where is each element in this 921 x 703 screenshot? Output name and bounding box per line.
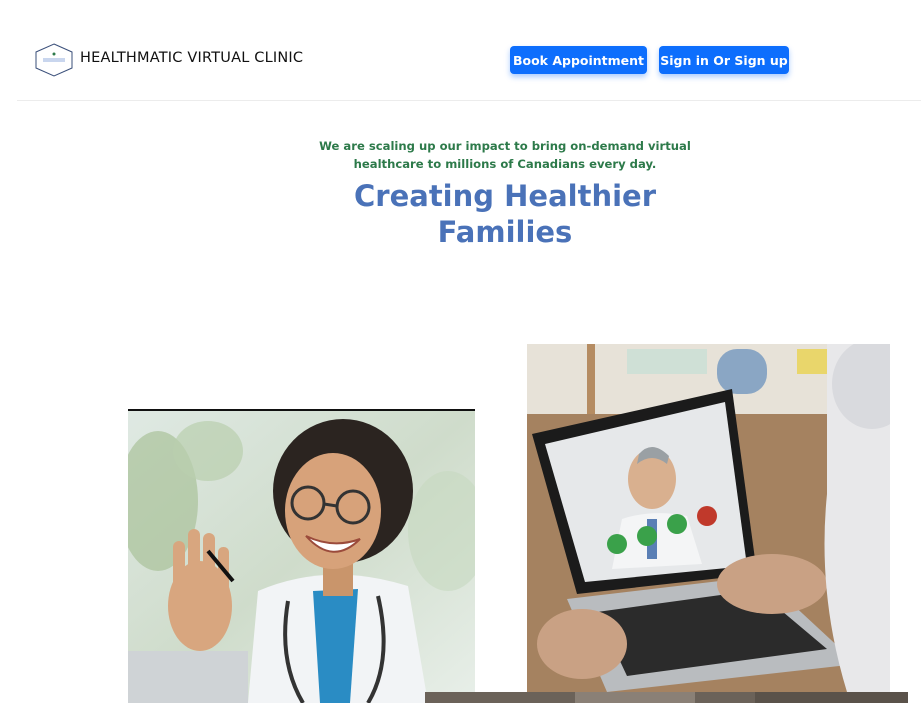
- partial-photo: [425, 692, 908, 703]
- doctor-waving-photo: [128, 409, 475, 703]
- hero-tagline: We are scaling up our impact to bring on…: [319, 139, 691, 171]
- sign-in-button[interactable]: Sign in Or Sign up: [659, 46, 789, 74]
- brand-name[interactable]: HEALTHMATIC VIRTUAL CLINIC: [80, 50, 303, 66]
- logo-hexagon-icon: [35, 43, 73, 77]
- book-appointment-button[interactable]: Book Appointment: [510, 46, 647, 74]
- hero-headline: Creating Healthier Families: [354, 179, 656, 249]
- header-divider: [17, 100, 921, 101]
- site-header: HEALTHMATIC VIRTUAL CLINIC Book Appointm…: [0, 0, 921, 101]
- telehealth-laptop-photo: [527, 344, 890, 692]
- clinic-logo[interactable]: [35, 43, 73, 77]
